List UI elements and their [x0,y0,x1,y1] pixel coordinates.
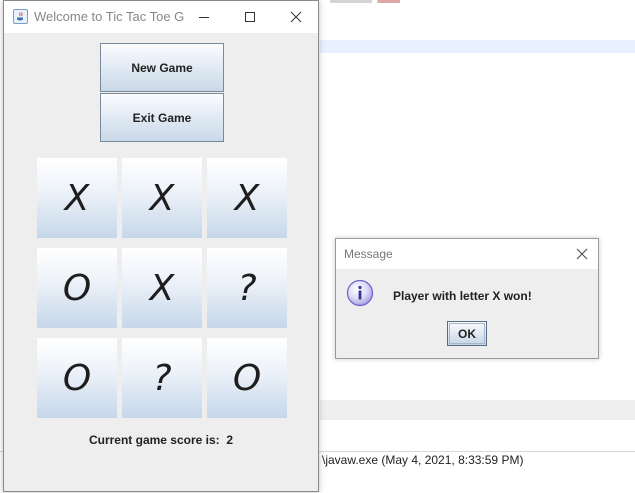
board-cell-4[interactable]: O [37,248,117,328]
info-icon [346,279,374,307]
background-panel-strip [320,400,635,420]
maximize-icon [245,12,255,22]
board-cell-1[interactable]: X [37,158,117,238]
tic-tac-toe-window: Welcome to Tic Tac Toe G... New Game Exi… [3,0,319,492]
close-button[interactable] [273,1,319,33]
ok-button[interactable]: OK [447,321,487,346]
dialog-titlebar[interactable]: Message [336,239,598,269]
dialog-close-button[interactable] [566,239,598,269]
dialog-message: Player with letter X won! [393,289,532,303]
dialog-title: Message [344,247,393,261]
minimize-button[interactable] [181,1,227,33]
minimize-icon [199,17,209,18]
window-titlebar[interactable]: Welcome to Tic Tac Toe G... [4,1,318,33]
score-line: Current game score is: 2 [4,433,318,447]
java-app-icon [13,9,28,24]
new-game-button[interactable]: New Game [100,43,224,92]
board-cell-2[interactable]: X [122,158,202,238]
board-cell-7[interactable]: O [37,338,117,418]
close-icon [576,248,588,260]
board-cell-8[interactable]: ? [122,338,202,418]
background-console-text: \javaw.exe (May 4, 2021, 8:33:59 PM) [322,453,524,467]
board-cell-6[interactable]: ? [207,248,287,328]
board-cell-5[interactable]: X [122,248,202,328]
window-title: Welcome to Tic Tac Toe G... [34,9,184,24]
close-icon [290,11,302,23]
background-selected-line [320,40,635,53]
score-value: 2 [226,433,234,447]
exit-game-button[interactable]: Exit Game [100,93,224,142]
message-dialog: Message Player with letter X won! OK [335,238,599,359]
board-cell-9[interactable]: O [207,338,287,418]
score-label: Current game score is: [88,433,220,447]
background-code-fragment [330,0,470,3]
board-cell-3[interactable]: X [207,158,287,238]
maximize-button[interactable] [227,1,273,33]
